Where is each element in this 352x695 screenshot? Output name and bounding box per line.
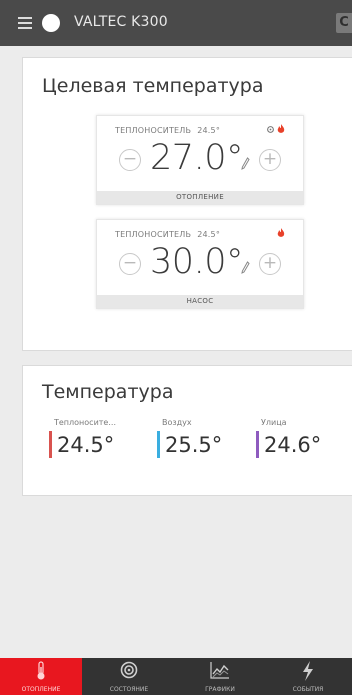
reading-value: 24.6° (264, 432, 322, 457)
reading-value: 25.5° (165, 432, 223, 457)
target-value-text: 30.0° (150, 242, 243, 282)
increase-button[interactable]: + (259, 149, 281, 171)
reading-value: 24.5° (57, 432, 115, 457)
reading-street[interactable]: Улица 24.6° (256, 418, 321, 458)
app-title: VALTEC K300 (74, 14, 168, 30)
app-header: VALTEC K300 C (0, 0, 352, 46)
sensor-label: ТЕПЛОНОСИТЕЛЬ (115, 230, 192, 239)
sensor-current-value: 24.5° (197, 230, 221, 239)
lightning-icon (301, 661, 315, 685)
reading-label: Воздух (162, 418, 192, 427)
temperature-card: Температура Теплоносите... 24.5° Воздух … (22, 365, 352, 496)
flame-icon (277, 124, 285, 134)
tab-charts[interactable]: ГРАФИКИ (176, 658, 264, 695)
reading-color-bar (256, 431, 259, 458)
reading-label: Теплоносите... (54, 418, 116, 427)
reading-air[interactable]: Воздух 25.5° (157, 418, 222, 458)
thermostat-status-icons (266, 124, 285, 134)
sensor-info: ТЕПЛОНОСИТЕЛЬ 24.5° (115, 230, 220, 239)
flame-icon (277, 228, 285, 238)
card-title: Целевая температура (42, 75, 264, 97)
target-value-text: 27.0° (150, 138, 243, 178)
thermometer-icon (35, 661, 47, 685)
chart-icon (210, 661, 230, 683)
gear-icon (266, 125, 275, 134)
sensor-label: ТЕПЛОНОСИТЕЛЬ (115, 126, 192, 135)
tab-status[interactable]: СОСТОЯНИЕ (82, 658, 176, 695)
pencil-icon[interactable] (241, 244, 250, 274)
increase-button[interactable]: + (259, 253, 281, 275)
thermostat-mode-label: ОТОПЛЕНИЕ (97, 191, 303, 204)
reading-coolant[interactable]: Теплоносите... 24.5° (49, 418, 116, 458)
status-indicator-icon (42, 14, 60, 32)
thermostat-heating[interactable]: ТЕПЛОНОСИТЕЛЬ 24.5° − 27.0° + ОТОПЛЕНИЕ (96, 115, 304, 205)
tab-label: ГРАФИКИ (205, 686, 235, 693)
hamburger-menu-icon[interactable] (18, 17, 32, 29)
reading-color-bar (157, 431, 160, 458)
tab-label: СОБЫТИЯ (292, 686, 324, 693)
tab-label: ОТОПЛЕНИЕ (21, 686, 61, 693)
sensor-info: ТЕПЛОНОСИТЕЛЬ 24.5° (115, 126, 220, 135)
tab-label: СОСТОЯНИЕ (109, 686, 149, 693)
thermostat-status-icons (277, 228, 285, 238)
header-action-button[interactable]: C (336, 13, 352, 33)
reading-color-bar (49, 431, 52, 458)
target-temperature-card: Целевая температура ТЕПЛОНОСИТЕЛЬ 24.5° −… (22, 57, 352, 351)
tab-events[interactable]: СОБЫТИЯ (264, 658, 352, 695)
target-icon (120, 661, 138, 683)
reading-label: Улица (261, 418, 287, 427)
thermostat-mode-label: НАСОС (97, 295, 303, 308)
pencil-icon[interactable] (241, 140, 250, 170)
sensor-current-value: 24.5° (197, 126, 221, 135)
card-title: Температура (42, 381, 174, 403)
thermostat-pump[interactable]: ТЕПЛОНОСИТЕЛЬ 24.5° − 30.0° + НАСОС (96, 219, 304, 309)
tab-heating[interactable]: ОТОПЛЕНИЕ (0, 658, 82, 695)
bottom-navigation: ОТОПЛЕНИЕ СОСТОЯНИЕ ГРАФИКИ СОБЫТИЯ (0, 658, 352, 695)
